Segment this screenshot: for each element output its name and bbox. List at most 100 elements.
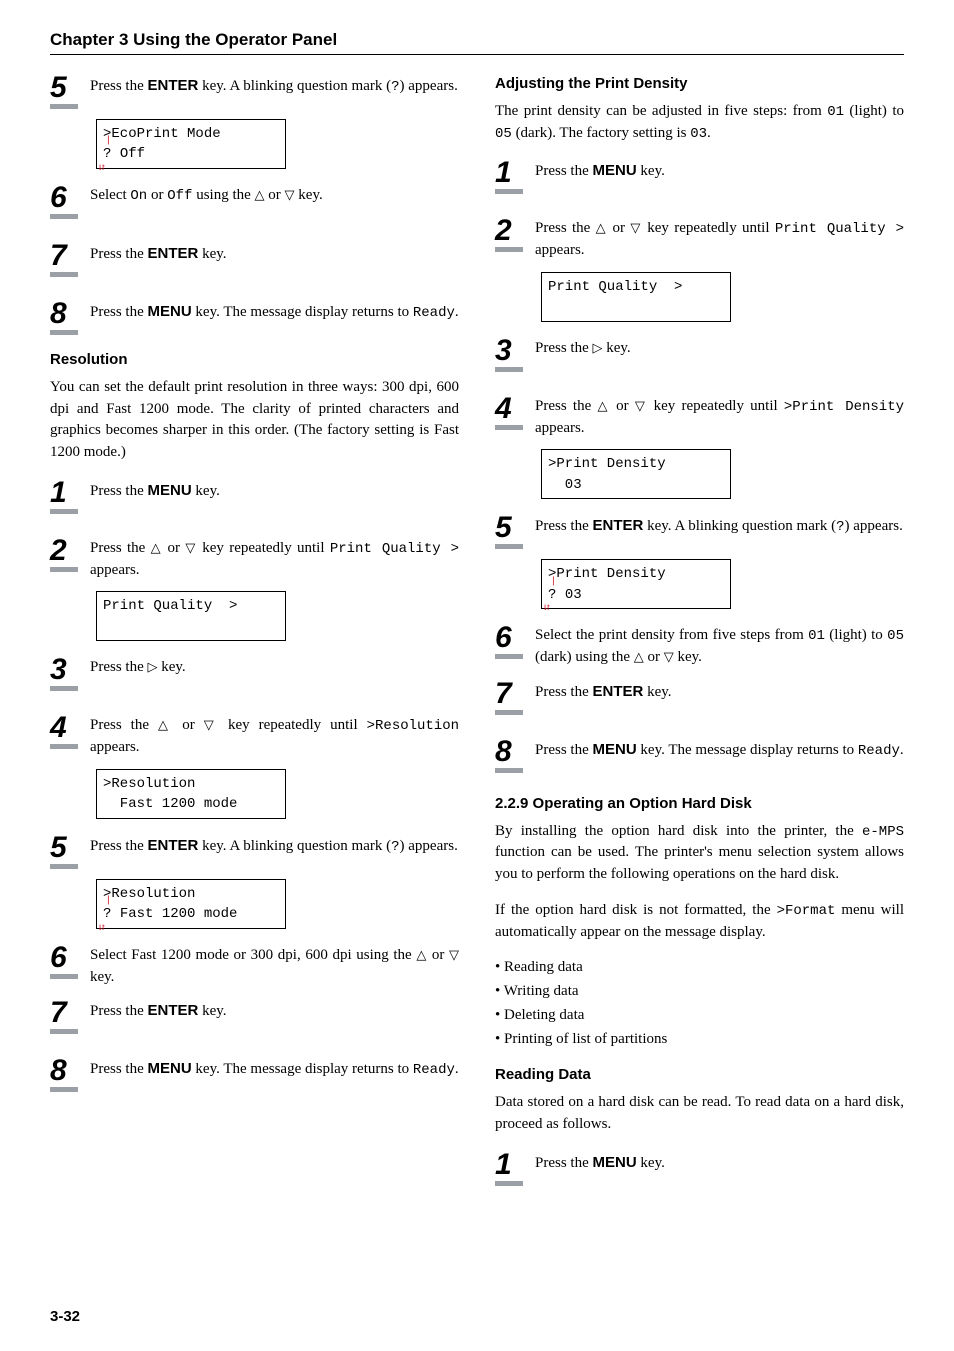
step-text: Press the ▷ key. [90, 657, 459, 679]
step-text: Press the MENU key. The message display … [535, 739, 904, 762]
lcd-resolution: >Resolution Fast 1200 mode [96, 769, 286, 819]
key-menu: MENU [148, 303, 192, 320]
step-text: Press the ENTER key. [90, 243, 459, 266]
step-number: 5 [50, 833, 90, 869]
paragraph-reading-data: Data stored on a hard disk can be read. … [495, 1092, 904, 1136]
step-number: 3 [50, 655, 90, 691]
step-text: Select the print density from five steps… [535, 625, 904, 669]
code-qmark: ? [836, 519, 844, 535]
res-step-4: 4 Press the △ or ▽ key repeatedly until … [50, 713, 459, 759]
chapter-title: Chapter 3 Using the Operator Panel [50, 30, 904, 50]
triangle-down-icon: ▽ [664, 649, 674, 664]
key-enter: ENTER [148, 1002, 199, 1019]
triangle-down-icon: ▽ [449, 947, 459, 962]
right-column: Adjusting the Print Density The print de… [495, 73, 904, 1196]
lcd-line2: 03 [548, 477, 582, 493]
den-step-8: 8 Press the MENU key. The message displa… [495, 737, 904, 773]
code-03: 03 [690, 126, 707, 142]
triangle-up-icon: △ [255, 187, 265, 202]
step-number: 8 [50, 299, 90, 335]
key-enter: ENTER [148, 245, 199, 262]
step-8: 8 Press the MENU key. The message displa… [50, 299, 459, 335]
res-step-3: 3 Press the ▷ key. [50, 655, 459, 691]
den-step-1: 1 Press the MENU key. [495, 158, 904, 194]
lcd-line1: Print Quality > [103, 598, 237, 614]
triangle-down-icon: ▽ [204, 717, 219, 732]
list-item: Writing data [495, 981, 904, 1003]
blink-cursor: ? [103, 144, 111, 164]
step-text: Select On or Off using the △ or ▽ key. [90, 185, 459, 207]
step-text: Press the MENU key. The message display … [90, 301, 459, 324]
lcd-line1: >Print Density [548, 456, 666, 472]
res-step-6: 6 Select Fast 1200 mode or 300 dpi, 600 … [50, 943, 459, 989]
code-ready: Ready [413, 305, 455, 321]
list-item: Deleting data [495, 1005, 904, 1027]
lcd-line1: >Resolution [103, 776, 195, 792]
code-print-quality: Print Quality > [775, 221, 904, 237]
code-05: 05 [495, 126, 512, 142]
step-number: 4 [495, 394, 535, 430]
den-step-3: 3 Press the ▷ key. [495, 336, 904, 372]
triangle-up-icon: △ [151, 540, 163, 555]
key-enter: ENTER [148, 77, 199, 94]
step-number: 1 [495, 1150, 535, 1186]
step-text: Press the △ or ▽ key repeatedly until Pr… [535, 218, 904, 262]
left-column: 5 Press the ENTER key. A blinking questi… [50, 73, 459, 1196]
code-ready: Ready [858, 743, 900, 759]
lcd-line2: Off [120, 146, 145, 162]
lcd-line2: Fast 1200 mode [103, 796, 237, 812]
lcd-print-density-blink: >Print Density ? 03 [541, 559, 731, 609]
lcd-line2: Fast 1200 mode [120, 906, 238, 922]
code-qmark: ? [391, 79, 399, 95]
key-enter: ENTER [593, 683, 644, 700]
code-on: On [130, 188, 147, 204]
bullet-list: Reading data Writing data Deleting data … [495, 957, 904, 1050]
lcd-line1: >Print Density [548, 566, 666, 582]
lcd-qmark: ? [103, 146, 111, 162]
paragraph-adjust-density: The print density can be adjusted in fiv… [495, 101, 904, 145]
list-item: Printing of list of partitions [495, 1029, 904, 1051]
den-step-4: 4 Press the △ or ▽ key repeatedly until … [495, 394, 904, 440]
code-05: 05 [887, 628, 904, 644]
heading-adjust-density: Adjusting the Print Density [495, 73, 904, 95]
code-print-quality: Print Quality > [330, 541, 459, 557]
triangle-up-icon: △ [158, 717, 173, 732]
step-number: 8 [50, 1056, 90, 1092]
lcd-line1: >Resolution [103, 886, 195, 902]
triangle-down-icon: ▽ [635, 398, 647, 413]
lcd-line2: 03 [565, 587, 582, 603]
code-emps: e-MPS [862, 824, 904, 840]
triangle-right-icon: ▷ [593, 340, 603, 355]
step-number: 6 [50, 183, 90, 219]
res-step-7: 7 Press the ENTER key. [50, 998, 459, 1034]
triangle-down-icon: ▽ [185, 540, 197, 555]
res-step-5: 5 Press the ENTER key. A blinking questi… [50, 833, 459, 869]
paragraph-resolution: You can set the default print resolution… [50, 377, 459, 464]
key-menu: MENU [593, 1154, 637, 1171]
step-text: Press the △ or ▽ key repeatedly until Pr… [90, 538, 459, 582]
paragraph-option-1: By installing the option hard disk into … [495, 821, 904, 886]
step-text: Press the ENTER key. A blinking question… [90, 75, 459, 98]
step-number: 8 [495, 737, 535, 773]
step-number: 6 [495, 623, 535, 659]
key-enter: ENTER [593, 517, 644, 534]
step-text: Select Fast 1200 mode or 300 dpi, 600 dp… [90, 945, 459, 989]
step-number: 6 [50, 943, 90, 979]
top-rule [50, 54, 904, 55]
lcd-line1: Print Quality > [548, 279, 682, 295]
den-step-2: 2 Press the △ or ▽ key repeatedly until … [495, 216, 904, 262]
lcd-print-quality: Print Quality > [96, 591, 286, 641]
step-number: 7 [50, 998, 90, 1034]
step-number: 5 [50, 73, 90, 109]
heading-resolution: Resolution [50, 349, 459, 371]
lcd-qmark: ? [103, 906, 111, 922]
step-number: 1 [50, 478, 90, 514]
key-menu: MENU [593, 741, 637, 758]
lcd-qmark: ? [548, 587, 556, 603]
step-text: Press the MENU key. [535, 1152, 904, 1175]
step-text: Press the MENU key. [90, 480, 459, 503]
triangle-up-icon: △ [596, 220, 608, 235]
step-7: 7 Press the ENTER key. [50, 241, 459, 277]
step-number: 2 [50, 536, 90, 572]
step-number: 4 [50, 713, 90, 749]
